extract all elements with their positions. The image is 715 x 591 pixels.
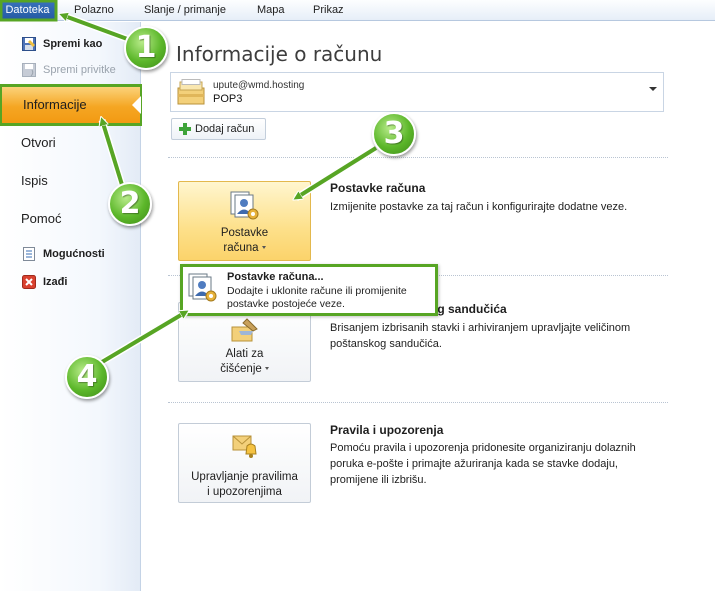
- account-settings-button[interactable]: Postavke računa: [178, 181, 311, 261]
- cleanup-tools-line1: Alati za: [225, 348, 264, 360]
- callout-2: 2: [108, 182, 152, 226]
- divider: [168, 157, 668, 158]
- cleanup-tools-line2-wrap: čišćenje: [179, 362, 310, 377]
- dropdown-arrow-icon: [264, 367, 269, 371]
- cleanup-tools-icon: [229, 317, 261, 349]
- callout-1: 1: [124, 26, 168, 70]
- save-as-command[interactable]: Spremi kao: [0, 33, 140, 55]
- save-attachments-label: Spremi privitke: [43, 64, 116, 76]
- menu-item-account-settings[interactable]: Postavke računa...: [227, 271, 324, 283]
- rules-alerts-title: Pravila i upozorenja: [330, 423, 444, 437]
- tab-file[interactable]: Datoteka: [0, 0, 55, 21]
- divider: [168, 402, 668, 403]
- options-icon: [21, 246, 37, 262]
- options-command[interactable]: Mogućnosti: [0, 243, 140, 265]
- mailbox-cleanup-desc: Brisanjem izbrisanih stavki i arhiviranj…: [330, 322, 631, 350]
- page-title: Informacije o računu: [176, 42, 383, 66]
- menu-item-desc: Dodajte i uklonite račune ili promijenit…: [227, 285, 407, 310]
- account-settings-desc: Izmijenite postavke za taj račun i konfi…: [330, 201, 628, 213]
- tab-view[interactable]: Prikaz: [313, 0, 344, 21]
- add-account-label: Dodaj račun: [195, 123, 255, 135]
- account-settings-icon: [229, 190, 261, 222]
- add-account-button[interactable]: Dodaj račun: [171, 118, 266, 140]
- account-settings-icon: [187, 272, 219, 306]
- nav-info[interactable]: Informacije: [0, 84, 143, 126]
- save-as-label: Spremi kao: [43, 38, 103, 50]
- mailbox-cleanup-title-partial: og sandučića: [430, 302, 507, 316]
- account-settings-line2-wrap: računa: [179, 241, 310, 256]
- rules-alerts-icon: [229, 432, 261, 464]
- save-attachments-icon: [21, 62, 37, 78]
- cleanup-tools-line2: čišćenje: [220, 363, 262, 375]
- manage-rules-line1: Upravljanje pravilima: [191, 471, 298, 483]
- account-settings-menu: Postavke računa... Dodajte i uklonite ra…: [180, 264, 438, 316]
- tab-home[interactable]: Polazno: [74, 0, 114, 21]
- mailbox-icon: [177, 79, 205, 105]
- dropdown-arrow-icon: [261, 246, 266, 250]
- plus-icon: [179, 123, 191, 135]
- save-as-icon: [21, 36, 37, 52]
- account-settings-line2: računa: [223, 242, 259, 254]
- tab-folder[interactable]: Mapa: [257, 0, 285, 21]
- options-label: Mogućnosti: [43, 248, 105, 260]
- rules-alerts-desc: Pomoću pravila i upozorenja pridonesite …: [330, 442, 636, 486]
- callout-3: 3: [372, 112, 416, 156]
- nav-open[interactable]: Otvori: [0, 125, 140, 161]
- chevron-down-icon[interactable]: [649, 87, 657, 91]
- manage-rules-line2: i upozorenjima: [207, 486, 282, 498]
- callout-4: 4: [65, 355, 109, 399]
- save-attachments-command[interactable]: Spremi privitke: [0, 59, 140, 81]
- exit-label: Izađi: [43, 276, 68, 288]
- account-type: POP3: [213, 93, 243, 105]
- account-settings-title: Postavke računa: [330, 181, 426, 195]
- account-selector[interactable]: upute@wmd.hosting POP3: [170, 72, 664, 112]
- account-email: upute@wmd.hosting: [213, 80, 305, 91]
- tab-send-receive[interactable]: Slanje / primanje: [144, 0, 226, 21]
- exit-command[interactable]: Izađi: [0, 271, 140, 293]
- ribbon-tab-bar: Datoteka Polazno Slanje / primanje Mapa …: [0, 0, 715, 21]
- account-settings-line1: Postavke: [220, 227, 269, 239]
- exit-icon: [21, 274, 37, 290]
- manage-rules-button[interactable]: Upravljanje pravilima i upozorenjima: [178, 423, 311, 503]
